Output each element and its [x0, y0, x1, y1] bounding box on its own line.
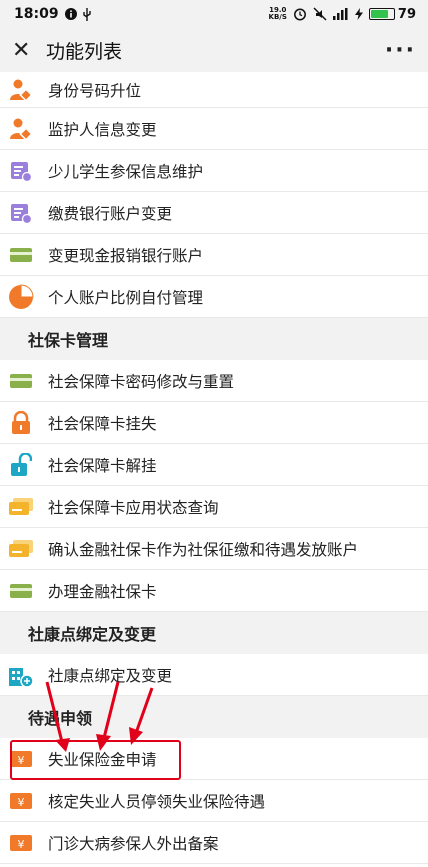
arrow-icon	[45, 681, 154, 752]
annotation-arrows	[45, 681, 154, 752]
